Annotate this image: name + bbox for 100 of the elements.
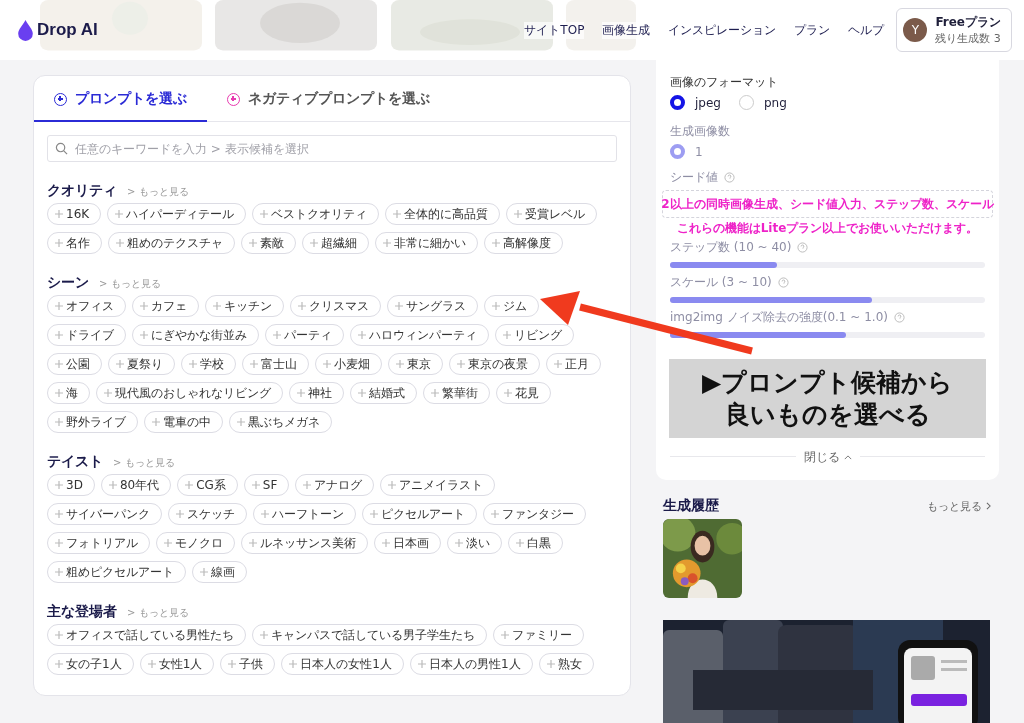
plus-icon [115,210,124,218]
prompt-tag[interactable]: アニメイラスト [380,474,496,496]
prompt-tag[interactable]: サングラス [387,295,478,317]
slider[interactable] [670,297,985,303]
close-toggle[interactable]: 閉じる [795,449,860,466]
plus-icon [152,418,160,426]
prompt-tag[interactable]: 子供 [220,653,276,675]
prompt-tag[interactable]: 富士山 [242,353,309,375]
plus-icon [370,510,378,518]
prompt-tag[interactable]: にぎやかな街並み [132,324,259,346]
prompt-tag[interactable]: ベストクオリティ [252,203,380,225]
tab[interactable]: プロンプトを選ぶ [34,76,207,122]
prompt-tag[interactable]: 結婚式 [350,382,417,404]
prompt-tag[interactable]: キャンパスで話している男子学生たち [252,624,487,646]
search-field[interactable]: 任意のキーワードを入力 > 表示候補を選択 [47,135,617,162]
prompt-tag[interactable]: ハイパーディテール [107,203,247,225]
category-title: 主な登場者 [47,603,117,621]
prompt-tag[interactable]: 黒ぶちメガネ [229,411,332,433]
plan-card[interactable]: Y Freeプラン 残り生成数 3 [896,8,1012,52]
prompt-tag[interactable]: 日本画 [374,532,441,554]
prompt-tag[interactable]: 女性1人 [139,653,215,675]
prompt-tag[interactable]: 公園 [47,353,102,375]
prompt-tag[interactable]: 電車の中 [144,411,223,433]
prompt-tag[interactable]: 日本人の男性1人 [409,653,533,675]
prompt-tag[interactable]: 粗めピクセルアート [47,561,186,583]
radio-button[interactable] [670,95,685,110]
plus-icon [250,360,258,368]
prompt-tag[interactable]: ハロウィンパーティ [350,324,489,346]
plus-icon [358,331,366,339]
prompt-tag[interactable]: 線画 [192,561,247,583]
prompt-tag[interactable]: 東京の夜景 [449,353,540,375]
plus-icon [55,210,63,218]
prompt-tag[interactable]: ハーフトーン [253,503,356,525]
prompt-tag[interactable]: 高解像度 [484,232,563,254]
slider[interactable] [670,262,985,268]
prompt-tag[interactable]: 3D [47,474,95,496]
prompt-tag[interactable]: パーティ [265,324,344,346]
prompt-tag[interactable]: 正月 [546,353,601,375]
prompt-tag[interactable]: カフェ [132,295,199,317]
prompt-tag[interactable]: 16K [47,203,102,225]
prompt-tag[interactable]: 日本人の女性1人 [281,653,404,675]
prompt-tag[interactable]: スケッチ [168,503,247,525]
plus-icon [260,631,268,639]
radio-button[interactable] [670,144,685,159]
plus-icon [503,331,511,339]
prompt-tag[interactable]: 東京 [388,353,443,375]
logo[interactable]: Drop AI [37,20,98,40]
prompt-tag[interactable]: 淡い [447,532,502,554]
nav-link[interactable]: サイトTOP [524,21,585,39]
prompt-tag[interactable]: 野外ライブ [47,411,138,433]
plus-icon [303,481,312,489]
prompt-tag[interactable]: CG系 [177,474,238,496]
prompt-tag[interactable]: キッチン [205,295,284,317]
prompt-tag[interactable]: 非常に細かい [375,232,478,254]
prompt-tag[interactable]: ドライブ [47,324,126,346]
nav-link[interactable]: 画像生成 [602,21,651,39]
prompt-tag[interactable]: オフィスで話している男性たち [47,624,246,646]
plus-icon [108,481,117,489]
prompt-tag[interactable]: 受賞レベル [506,203,598,225]
prompt-tag[interactable]: アナログ [295,474,375,496]
prompt-tag[interactable]: ファミリー [493,624,584,646]
prompt-tag[interactable]: 小麦畑 [315,353,382,375]
prompt-tag[interactable]: 名作 [47,232,102,254]
plus-icon [55,302,63,310]
prompt-tag[interactable]: 80年代 [100,474,172,496]
prompt-tag[interactable]: 素敵 [241,232,296,254]
tab[interactable]: ネガティブプロンプトを選ぶ [207,76,450,122]
slider[interactable] [670,332,985,338]
nav-link[interactable]: プラン [794,21,831,39]
prompt-tag[interactable]: 学校 [181,353,236,375]
prompt-tag[interactable]: ジム [484,295,539,317]
prompt-tag[interactable]: オフィス [47,295,126,317]
more-link[interactable]: もっと見る [927,498,991,514]
prompt-tag[interactable]: 神社 [289,382,344,404]
prompt-tag[interactable]: 花見 [496,382,551,404]
prompt-tag[interactable]: リビング [495,324,574,346]
nav-link[interactable]: ヘルプ [848,21,885,39]
prompt-tag[interactable]: 女の子1人 [47,653,134,675]
prompt-tag[interactable]: 超繊細 [302,232,369,254]
prompt-tag[interactable]: 熟女 [538,653,594,675]
nav-link[interactable]: インスピレーション [668,21,777,39]
seed-field[interactable]: 2以上の同時画像生成、シード値入力、ステップ数、スケール [662,190,993,218]
prompt-tag[interactable]: ファンタジー [483,503,586,525]
prompt-tag[interactable]: ピクセルアート [362,503,477,525]
prompt-tag[interactable]: 白黒 [508,532,563,554]
plus-icon [55,539,63,547]
plus-icon [185,481,194,489]
prompt-tag[interactable]: サイバーパンク [47,503,162,525]
prompt-tag[interactable]: フォトリアル [47,532,150,554]
prompt-tag[interactable]: 夏祭り [108,353,175,375]
prompt-tag[interactable]: SF [243,474,290,496]
prompt-tag[interactable]: ルネッサンス美術 [241,532,368,554]
prompt-tag[interactable]: 粗めのテクスチャ [108,232,235,254]
prompt-tag[interactable]: クリスマス [290,295,381,317]
prompt-tag[interactable]: 全体的に高品質 [385,203,501,225]
prompt-tag[interactable]: 現代風のおしゃれなリビング [96,382,283,404]
radio-label: png [763,95,787,110]
prompt-tag[interactable]: 繁華街 [423,382,490,404]
prompt-tag[interactable]: 海 [47,382,90,404]
prompt-tag[interactable]: モノクロ [156,532,235,554]
